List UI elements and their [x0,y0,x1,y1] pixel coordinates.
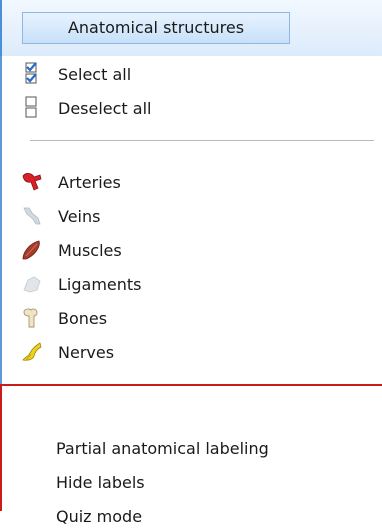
bone-icon [20,306,44,330]
nerves-item[interactable]: Nerves [20,338,360,366]
anatomical-structures-menu-button[interactable]: Anatomical structures [22,12,290,44]
deselect-all-item[interactable]: Deselect all [20,94,360,122]
label-options-section: Partial anatomical labeling Hide labels … [0,384,382,526]
veins-item[interactable]: Veins [20,202,360,230]
nerve-icon [20,340,44,364]
menu-bar: Anatomical structures [0,0,382,56]
muscles-label: Muscles [58,240,122,260]
arteries-item[interactable]: Arteries [20,168,360,196]
bones-label: Bones [58,308,108,328]
ligaments-label: Ligaments [58,274,142,294]
nerves-label: Nerves [58,342,115,362]
anatomical-structures-dropdown: Select all Deselect all Arteries Veins M… [0,56,382,526]
quiz-mode-item[interactable]: Quiz mode [56,502,382,530]
select-all-item[interactable]: Select all [20,60,360,88]
hide-labels-item[interactable]: Hide labels [56,468,382,496]
menu-separator [30,140,374,141]
artery-icon [20,170,44,194]
ligaments-item[interactable]: Ligaments [20,270,360,298]
partial-labeling-label: Partial anatomical labeling [56,438,269,458]
vein-icon [20,204,44,228]
hide-labels-label: Hide labels [56,472,145,492]
arteries-label: Arteries [58,172,121,192]
ligament-icon [20,272,44,296]
partial-labeling-item[interactable]: Partial anatomical labeling [56,434,382,462]
veins-label: Veins [58,206,101,226]
checkbox-checked-icon [20,62,44,86]
select-all-label: Select all [58,64,132,84]
deselect-all-label: Deselect all [58,98,152,118]
quiz-mode-label: Quiz mode [56,506,143,526]
bones-item[interactable]: Bones [20,304,360,332]
muscle-icon [20,238,44,262]
muscles-item[interactable]: Muscles [20,236,360,264]
checkbox-unchecked-icon [20,96,44,120]
